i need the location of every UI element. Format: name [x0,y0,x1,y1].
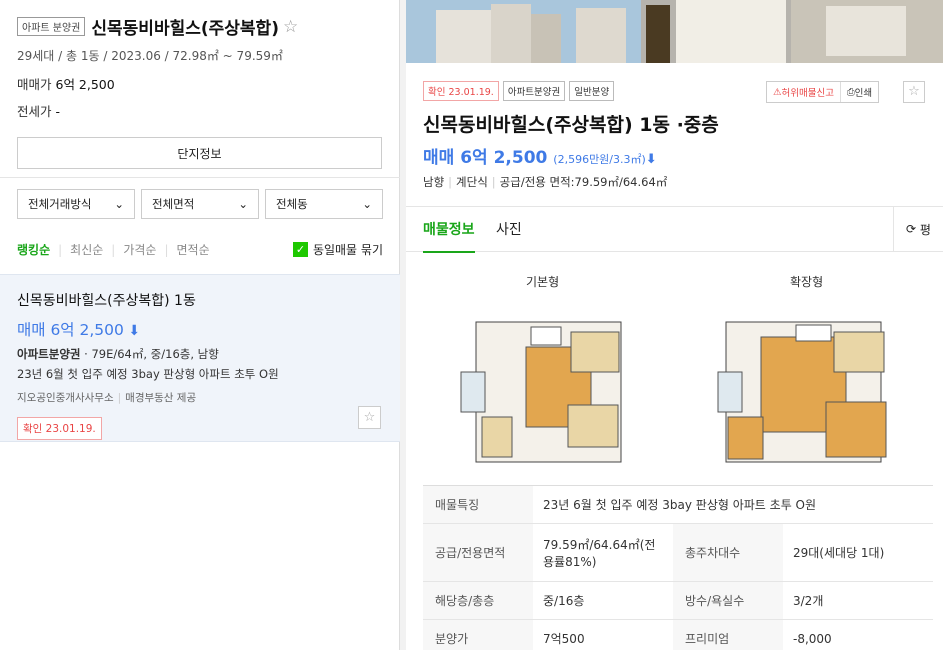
print-label: 인쇄 [854,88,873,99]
report-button[interactable]: ⚠ 허위매물신고 [767,82,841,102]
plan-basic-label: 기본형 [526,275,560,289]
listing-item[interactable]: 신목동비바힐스(주상복합) 1동 매매 6억 2,500 ⬇ 아파트분양권 · … [0,274,400,442]
table-row: 해당층/총층 중/16층 방수/욕실수 3/2개 [423,582,933,620]
trade-type-select[interactable]: 전체거래방식 ⌄ [17,189,135,219]
area-value: 79.59㎡/64.64㎡(전용률81%) [543,537,656,569]
floor-label: 해당층/총층 [423,582,533,619]
tab-listing-info[interactable]: 매물정보 [423,219,475,253]
parking-value: 29대(세대당 1대) [793,546,885,560]
print-icon: ⎙ [846,86,855,98]
complex-header: 아파트 분양권 신목동비바힐스(주상복합) ☆ 29세대 / 총 1동 / 2023… [0,0,399,120]
detail-confirm-tag: 확인 23.01.19. [423,81,499,101]
table-row: 매물특징 23년 6월 첫 입주 예정 3bay 판상형 아파트 초투 O원 [423,486,933,524]
feature-label: 매물특징 [423,486,533,523]
table-row: 공급/전용면적 79.59㎡/64.64㎡(전용률81%) 총주차대수 29대(… [423,524,933,582]
detail-tags: 확인 23.01.19. 아파트분양권 일반분양 [423,81,615,101]
detail-title: 신목동비바힐스(주상복합) 1동 ·중층 [423,114,719,136]
detail-sale-tag: 일반분양 [569,81,615,101]
sale-price-value: 6억 2,500 [55,77,115,92]
tab-photos[interactable]: 사진 [496,219,522,239]
refresh-icon: ⟳ [906,222,917,236]
area-summary: 공급/전용 면적:79.59㎡/64.64㎡ [499,175,668,189]
jeonse-price-label: 전세가 [17,104,52,119]
complex-title: 신목동비바힐스(주상복합) [91,19,279,39]
jeonse-price-value: - [55,104,61,119]
listing-provider: 매경부동산 제공 [125,392,197,404]
floor-plan-extended[interactable] [716,297,896,467]
rooms-value: 3/2개 [793,594,824,608]
detail-price: 매매 6억 2,500 (2,596만원/3.3㎡)⬇ [423,143,657,168]
parking-label: 총주차대수 [673,524,783,581]
area-select[interactable]: 전체면적 ⌄ [141,189,259,219]
pyeong-toggle[interactable]: ⟳ 평 [893,207,943,251]
detail-type-tag: 아파트분양권 [502,81,566,101]
sort-price[interactable]: 가격순 [123,241,156,258]
building-label: 전체동 [276,197,308,211]
area-label: 공급/전용면적 [423,524,533,581]
photo-strip[interactable] [406,0,943,63]
listing-agent-line: 지오공인중개사사무소 | 매경부동산 제공 [17,392,197,404]
same-listing-checkbox[interactable]: ✓ 동일매물 묶기 [292,241,383,258]
detail-price-value: 매매 6억 2,500 [423,148,548,168]
complex-panel: 아파트 분양권 신목동비바힐스(주상복합) ☆ 29세대 / 총 1동 / 2023… [0,0,400,650]
area-label: 전체면적 [152,197,195,211]
complex-type-tag: 아파트 분양권 [17,17,86,36]
premium-value: -8,000 [793,631,832,646]
detail-actions: ⚠ 허위매물신고 ⎙ 인쇄 [766,81,880,103]
listing-star-icon[interactable]: ☆ [358,406,381,429]
arrow-down-icon: ⬇ [645,152,657,167]
listing-agent: 지오공인중개사사무소 [17,392,114,404]
listing-info-table: 매물특징 23년 6월 첫 입주 예정 3bay 판상형 아파트 초투 O원 공… [423,485,933,650]
sale-price-label: 매매가 [17,77,52,92]
listing-desc: 23년 6월 첫 입주 예정 3bay 판상형 아파트 초투 O원 [17,367,279,381]
detail-unit-price: (2,596만원/3.3㎡) [553,153,646,166]
listing-title: 신목동비바힐스(주상복합) 1동 [17,293,196,309]
detail-star-icon[interactable]: ☆ [903,81,925,103]
floor-plan-basic[interactable] [456,297,636,467]
confirm-badge: 확인 23.01.19. [17,417,102,440]
listing-spec: 아파트분양권 · 79E/64㎡, 중/16층, 남향 [17,346,383,362]
rooms-label: 방수/욕실수 [673,582,783,619]
report-label: 허위매물신고 [781,88,834,99]
jeonse-price-line: 전세가 - [17,101,382,120]
filter-bar: 전체거래방식 ⌄ 전체면적 ⌄ 전체동 ⌄ [17,189,383,219]
stairs-type: 계단식 [456,175,488,189]
feature-value: 23년 6월 첫 입주 예정 3bay 판상형 아파트 초투 O원 [543,498,817,512]
same-listing-label: 동일매물 묶기 [312,243,383,257]
chevron-down-icon: ⌄ [362,197,372,211]
sort-bar: 랭킹순 | 최신순 | 가격순 | 면적순 ✓ 동일매물 묶기 [17,241,383,258]
sale-price-line: 매매가 6억 2,500 [17,74,382,93]
detail-tabs: 매물정보 사진 ⟳ 평 [406,206,943,253]
complex-info-button[interactable]: 단지정보 [17,137,382,169]
sort-ranking[interactable]: 랭킹순 [17,241,50,258]
siren-icon: ⚠ [773,86,782,98]
photo-strip-image [406,0,943,63]
detail-summary: 남향 | 계단식 | 공급/전용 면적:79.59㎡/64.64㎡ [423,175,668,189]
trade-type-label: 전체거래방식 [28,197,92,211]
plan-ext-label: 확장형 [790,275,824,289]
arrow-down-icon: ⬇ [123,323,141,339]
listing-price-value: 매매 6억 2,500 [17,321,124,339]
chevron-down-icon: ⌄ [238,197,248,211]
print-button[interactable]: ⎙ 인쇄 [841,82,878,102]
building-select[interactable]: 전체동 ⌄ [265,189,383,219]
favorite-star-icon[interactable]: ☆ [283,17,298,37]
detail-panel: 확인 23.01.19. 아파트분양권 일반분양 ⚠ 허위매물신고 ⎙ 인쇄 ☆… [406,0,943,650]
floor-value: 중/16층 [543,594,585,608]
premium-label: 프리미엄 [673,620,783,650]
listing-price: 매매 6억 2,500 ⬇ [17,318,383,340]
chevron-down-icon: ⌄ [114,197,124,211]
table-row: 분양가 7억500 프리미엄 -8,000 [423,620,933,650]
divider [0,177,400,178]
presale-value: 7억500 [543,632,585,646]
sort-area[interactable]: 면적순 [177,241,210,258]
listing-spec-text: · 79E/64㎡, 중/16층, 남향 [80,347,219,361]
complex-meta: 29세대 / 총 1동 / 2023.06 / 72.98㎡ ~ 79.59㎡ [17,49,283,63]
direction: 남향 [423,175,445,189]
listing-type: 아파트분양권 [17,347,81,361]
presale-label: 분양가 [423,620,533,650]
pyeong-label: 평 [919,222,931,237]
checkmark-icon: ✓ [292,242,308,257]
sort-latest[interactable]: 최신순 [70,241,103,258]
